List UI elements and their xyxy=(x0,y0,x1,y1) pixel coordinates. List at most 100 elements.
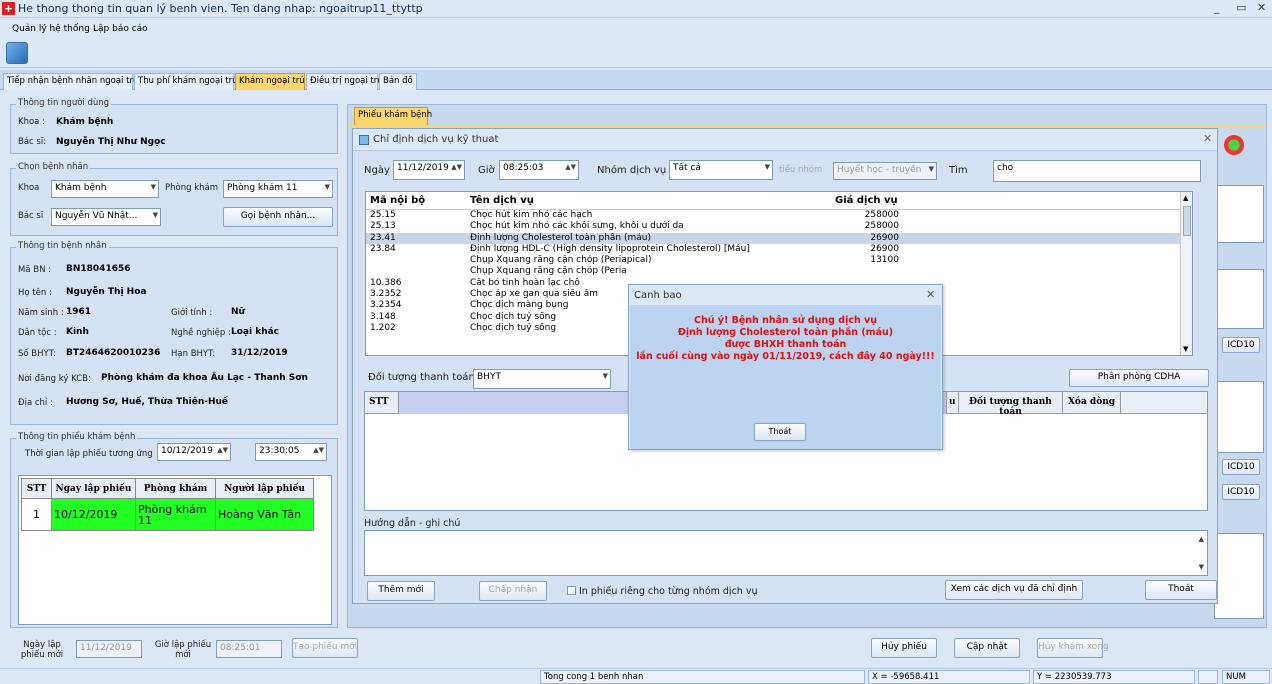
sd-search-input[interactable]: cho xyxy=(993,160,1201,182)
new-date-input[interactable]: 11/12/2019 xyxy=(76,640,142,658)
service-cell-ma xyxy=(366,255,466,266)
right-text-area-4[interactable] xyxy=(1214,533,1264,619)
tab-tiep-nhan[interactable]: Tiếp nhận bệnh nhân ngoại trú xyxy=(3,73,138,90)
exam-time-input[interactable]: 23:30:05 ▲▼ xyxy=(255,443,327,461)
grid-header-doituong: Đối tượng thanh toán xyxy=(959,392,1063,417)
icd10-button[interactable]: ICD10 xyxy=(1222,459,1260,475)
tab-kham-ngoai-tru[interactable]: Khám ngoại trú xyxy=(235,73,305,90)
cdha-button[interactable]: Phân phòng CDHA xyxy=(1069,369,1209,387)
tab-dieu-tri[interactable]: Điều trị ngoại trú xyxy=(306,73,383,90)
exam-info-title: Thông tin phiếu khám bệnh xyxy=(16,432,138,442)
spinner-icon[interactable]: ▲▼ xyxy=(217,446,228,454)
icd10-button[interactable]: ICD10 xyxy=(1222,484,1260,500)
create-form-button[interactable]: Tạo phiếu mới xyxy=(292,638,358,658)
sd-doituong-select[interactable]: BHYT ▼ xyxy=(473,369,611,389)
right-text-area-3[interactable] xyxy=(1214,381,1264,453)
close-button[interactable]: ✕ xyxy=(1257,1,1266,14)
maximize-button[interactable]: ▭ xyxy=(1236,1,1246,14)
sd-gio-input[interactable]: 08:25:03 ▲▼ xyxy=(499,160,579,180)
cp-khoa-value: Khám bệnh xyxy=(55,183,107,193)
sd-gio-value: 08:25:03 xyxy=(503,163,544,173)
xem-dich-vu-button[interactable]: Xem các dịch vụ đã chỉ định xyxy=(945,580,1083,600)
close-icon[interactable]: ✕ xyxy=(1203,132,1212,145)
mabn-value: BN18041656 xyxy=(66,264,131,274)
scroll-up-icon[interactable]: ▲ xyxy=(1183,194,1188,202)
hanbhyt-label: Hạn BHYT: xyxy=(171,349,216,359)
service-cell-spacer xyxy=(903,289,1192,300)
right-text-area-2[interactable] xyxy=(1214,269,1264,329)
scroll-down-icon[interactable]: ▼ xyxy=(1199,563,1204,571)
service-cell-ma: 25.15 xyxy=(370,210,396,220)
tab-phieu-kham-benh[interactable]: Phiếu khám bệnh xyxy=(354,107,432,125)
spinner-icon[interactable]: ▲▼ xyxy=(451,163,462,171)
dialog-icon xyxy=(359,135,369,145)
new-date-value: 11/12/2019 xyxy=(80,643,132,653)
cp-phongkham-value: Phòng khám 11 xyxy=(227,183,298,193)
sd-thoat-button[interactable]: Thoát xyxy=(1145,580,1217,600)
close-icon[interactable]: ✕ xyxy=(926,288,935,301)
service-cell-ma: 23.41 xyxy=(366,232,466,244)
chap-nhan-button[interactable]: Chấp nhận xyxy=(479,581,547,601)
exam-date-input[interactable]: 10/12/2019 ▲▼ xyxy=(157,443,231,461)
cp-khoa-select[interactable]: Khám bệnh ▼ xyxy=(51,180,159,198)
cp-phongkham-label: Phòng khám xyxy=(165,183,218,193)
list-item[interactable]: Chụp Xquang răng cận chóp (Peria xyxy=(366,266,1192,277)
sd-tieunhom-select[interactable]: Huyết học - truyền ▼ xyxy=(833,162,937,180)
cp-bacsi-select[interactable]: Nguyễn Vũ Nhật... ▼ xyxy=(51,208,161,226)
status-bar: Tong cong 1 benh nhan X = -59658.411 Y =… xyxy=(0,668,1272,684)
tab-thu-phi[interactable]: Thu phí khám ngoại trú xyxy=(134,73,238,90)
huy-kham-xong-button[interactable]: Hủy khám xong xyxy=(1037,638,1109,658)
minimize-button[interactable]: _ xyxy=(1214,1,1220,14)
exam-header-phong: Phòng khám xyxy=(135,478,216,499)
service-list-scrollbar[interactable]: ▲ ▼ xyxy=(1180,192,1192,355)
sd-ngay-input[interactable]: 11/12/2019 ▲▼ xyxy=(393,160,465,180)
scroll-down-icon[interactable]: ▼ xyxy=(1183,345,1188,353)
list-header-spacer xyxy=(903,192,1192,210)
right-text-area-1[interactable] xyxy=(1214,185,1264,243)
grid-header-partial: u xyxy=(947,392,959,414)
scroll-up-icon[interactable]: ▲ xyxy=(1199,535,1204,543)
cp-khoa-label: Khoa xyxy=(18,183,40,193)
list-item[interactable]: 25.15 Chọc hút kim nhỏ các hạch 258000 xyxy=(366,210,1192,222)
refresh-icon[interactable] xyxy=(1224,135,1244,155)
alert-thoat-button[interactable]: Thoát xyxy=(754,423,806,441)
bhyt-label: Số BHYT: xyxy=(18,349,56,359)
chevron-down-icon: ▼ xyxy=(324,183,330,191)
choose-patient-group: Chọn bệnh nhân Khoa Khám bệnh ▼ Phòng khá… xyxy=(10,162,338,236)
list-header-ten: Tên dịch vụ xyxy=(466,192,831,210)
sd-huongdan-label: Hướng dẫn - ghi chú xyxy=(364,518,461,529)
service-cell-gia: 258000 xyxy=(864,221,899,232)
cap-nhat-button[interactable]: Cập nhật xyxy=(954,638,1020,658)
spinner-icon[interactable]: ▲▼ xyxy=(565,163,576,171)
call-patient-button[interactable]: Gọi bệnh nhân... xyxy=(223,207,333,227)
sd-huongdan-input[interactable]: ▲ ▼ xyxy=(364,530,1208,576)
status-blank xyxy=(1198,670,1218,684)
menu-he-thong[interactable]: Quản lý hệ thống xyxy=(12,24,90,34)
title-bar: + He thong thong tin quan lý benh vien. … xyxy=(0,0,1272,18)
service-cell-spacer xyxy=(903,266,1192,277)
list-item[interactable]: 23.41 Định lượng Cholesterol toàn phần (m… xyxy=(366,232,1192,244)
sd-ngay-value: 11/12/2019 xyxy=(397,163,449,173)
list-item[interactable]: 25.13 Chọc hút kim nhỏ các khối sưng, khố… xyxy=(366,221,1192,232)
exam-header-stt: STT xyxy=(21,478,52,499)
toolbar-tools-icon[interactable] xyxy=(6,42,28,64)
huy-phieu-button[interactable]: Hủy phiếu xyxy=(871,638,937,658)
list-item[interactable]: 23.84 Định lượng HDL-C (High density lipo… xyxy=(366,244,1192,255)
tab-ban-do[interactable]: Bản đồ xyxy=(379,73,417,90)
cp-phongkham-select[interactable]: Phòng khám 11 ▼ xyxy=(223,180,333,198)
spinner-icon[interactable]: ▲▼ xyxy=(313,446,324,454)
in-rieng-checkbox[interactable] xyxy=(567,586,576,595)
new-time-input[interactable]: 08:25:01 xyxy=(216,640,282,658)
scroll-thumb[interactable] xyxy=(1183,206,1191,236)
table-row[interactable]: 1 10/12/2019 Phòng khám 11 Hoàng Văn Tân xyxy=(21,498,314,531)
window-title: He thong thong tin quan lý benh vien. Te… xyxy=(18,2,423,15)
service-cell-spacer xyxy=(903,255,1192,266)
sd-nhom-select[interactable]: Tất cả ▼ xyxy=(669,160,773,180)
list-item[interactable]: Chụp Xquang răng cận chóp (Periapical) 13… xyxy=(366,255,1192,266)
tab-underline xyxy=(348,125,1266,127)
icd10-button[interactable]: ICD10 xyxy=(1222,337,1260,353)
them-moi-button[interactable]: Thêm mới xyxy=(367,581,435,601)
menu-lap-bao-cao[interactable]: Lập báo cáo xyxy=(93,24,148,34)
exam-cell-nguoi: Hoàng Văn Tân xyxy=(215,498,314,531)
service-cell-spacer xyxy=(903,221,1192,232)
